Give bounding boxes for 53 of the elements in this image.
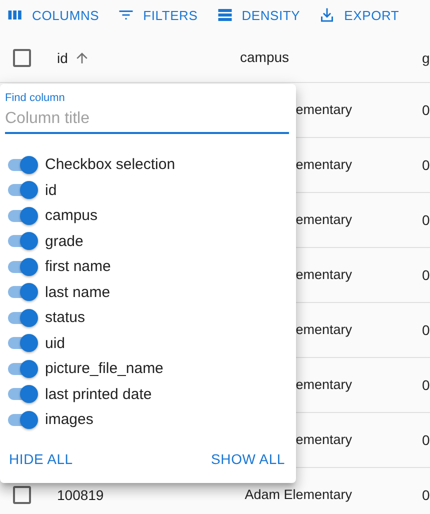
search-field[interactable]: Column title <box>5 110 289 128</box>
toggle-switch[interactable] <box>8 337 36 350</box>
field-label: Find column <box>5 92 66 104</box>
table-cell: 0 <box>422 432 430 448</box>
table-cell: 100819 <box>57 487 104 503</box>
table-cell-text: ementary <box>294 267 352 282</box>
table-cell: 0 <box>422 212 430 228</box>
table-cell: 0 <box>422 157 430 173</box>
column-header[interactable]: g <box>422 50 430 66</box>
toggle-switch[interactable] <box>8 362 36 375</box>
table-cell-text: ementary <box>294 157 352 172</box>
toggle-switch[interactable] <box>8 158 36 171</box>
table-cell: 0 <box>422 322 430 338</box>
checkbox[interactable] <box>13 486 31 504</box>
switch-label: uid <box>45 334 66 352</box>
table-cell-text: ementary <box>294 212 352 227</box>
toggle-switch[interactable] <box>8 260 36 273</box>
table-cell-text: ementary <box>294 102 352 117</box>
text-button[interactable]: SHOW ALL <box>211 451 285 467</box>
text-button[interactable]: HIDE ALL <box>9 451 73 467</box>
table-cell-text: ementary <box>294 432 352 447</box>
switch-label: picture_file_name <box>45 360 164 378</box>
switch-label: campus <box>45 207 98 224</box>
switch-label: last name <box>45 284 110 301</box>
table-cell: 0 <box>422 377 430 393</box>
table-cell-text: ementary <box>294 377 352 392</box>
checkbox[interactable] <box>13 48 31 66</box>
table-cell: 0 <box>422 102 430 118</box>
switch-label: first name <box>45 258 111 276</box>
toggle-switch[interactable] <box>8 388 36 400</box>
toolbar-button[interactable]: FILTERS <box>117 4 198 26</box>
switch-label: last printed date <box>45 386 152 403</box>
column-header[interactable]: campus <box>240 48 290 64</box>
density-icon <box>216 6 234 24</box>
toolbar-button[interactable]: DENSITY <box>216 4 300 26</box>
toggle-switch[interactable] <box>8 184 36 196</box>
toggle-switch[interactable] <box>8 312 36 324</box>
toggle-switch[interactable] <box>8 210 36 222</box>
table-cell-text: Adam Elementary <box>244 487 352 502</box>
switch-label: status <box>45 309 86 326</box>
switch-label: id <box>45 182 57 199</box>
table-cell: 0 <box>422 267 430 283</box>
switch-label: Checkbox selection <box>45 156 176 174</box>
toggle-switch[interactable] <box>8 286 36 298</box>
table-cell-text: ementary <box>294 322 352 337</box>
switch-label: grade <box>45 232 84 250</box>
column-header[interactable]: id <box>57 50 68 66</box>
table-cell: 0 <box>422 487 430 503</box>
toggle-switch[interactable] <box>8 235 36 248</box>
toolbar-button[interactable]: EXPORT <box>318 4 400 26</box>
switch-label: images <box>45 411 94 428</box>
toolbar-button[interactable]: COLUMNS <box>6 4 100 26</box>
toggle-switch[interactable] <box>8 414 36 426</box>
